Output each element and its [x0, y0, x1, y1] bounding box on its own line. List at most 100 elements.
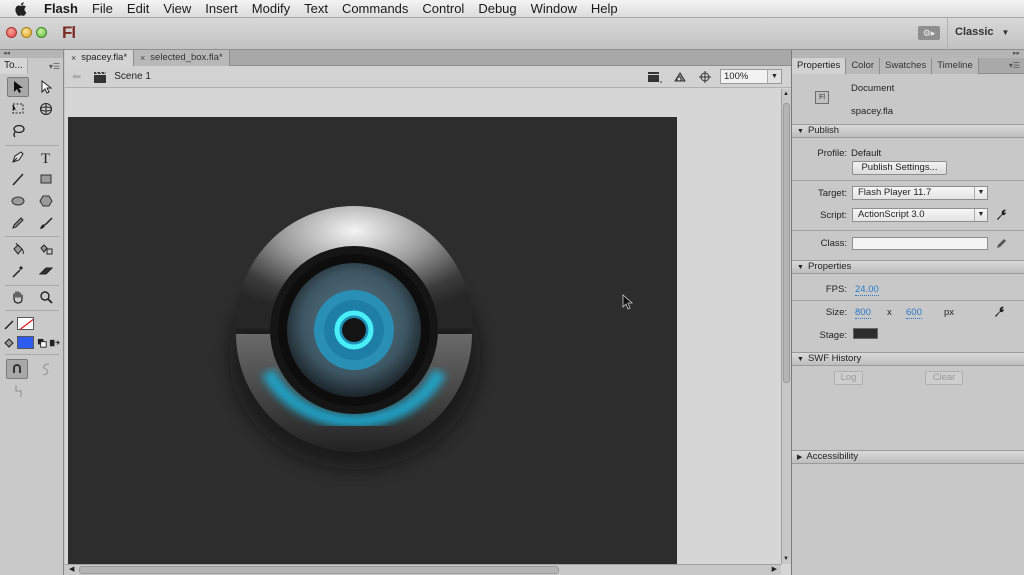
panel-menu-icon[interactable]: ▾☰	[49, 62, 63, 71]
menu-file[interactable]: File	[85, 1, 120, 16]
vertical-scrollbar[interactable]: ▲ ▼	[781, 89, 791, 564]
3d-rotation-tool[interactable]	[35, 99, 57, 119]
lasso-tool[interactable]	[7, 121, 29, 141]
tab-swatches[interactable]: Swatches	[880, 58, 932, 74]
scroll-right-arrow-icon[interactable]: ▶	[772, 565, 777, 573]
document-tabs: × spacey.fla* × selected_box.fla*	[65, 50, 791, 66]
zoom-tool[interactable]	[35, 287, 57, 307]
zoom-window-button[interactable]	[36, 27, 47, 38]
menu-insert[interactable]: Insert	[198, 1, 245, 16]
menu-window[interactable]: Window	[524, 1, 584, 16]
log-button[interactable]: Log	[834, 371, 863, 385]
pencil-tool[interactable]	[7, 213, 29, 233]
doc-tab-selected-box[interactable]: × selected_box.fla*	[134, 50, 230, 66]
profile-label: Profile:	[802, 148, 847, 159]
menu-debug[interactable]: Debug	[471, 1, 523, 16]
fps-value[interactable]: 24.00	[855, 284, 879, 296]
tab-properties[interactable]: Properties	[792, 58, 846, 74]
section-properties-header[interactable]: ▼Properties	[792, 260, 1024, 274]
workspace-switcher[interactable]: Classic▼	[955, 26, 1009, 38]
divider	[792, 230, 1024, 231]
menu-commands[interactable]: Commands	[335, 1, 415, 16]
robot-eye-artwork[interactable]	[68, 117, 677, 564]
oval-tool[interactable]	[7, 191, 29, 211]
selection-tool[interactable]	[7, 77, 29, 97]
tab-color[interactable]: Color	[846, 58, 880, 74]
paint-bucket-tool[interactable]	[7, 239, 29, 259]
target-select[interactable]: Flash Player 11.7 ▼	[852, 186, 988, 200]
minimize-window-button[interactable]	[21, 27, 32, 38]
eyedropper-tool[interactable]	[7, 261, 29, 281]
horizontal-scroll-thumb[interactable]	[79, 566, 559, 574]
edit-symbols-icon[interactable]	[673, 70, 689, 84]
width-value[interactable]: 800	[855, 307, 871, 319]
zoom-level-select[interactable]: 100% ▼	[720, 69, 782, 84]
close-tab-icon[interactable]: ×	[140, 50, 145, 66]
stage-canvas[interactable]	[68, 117, 677, 564]
height-value[interactable]: 600	[906, 307, 922, 319]
line-tool[interactable]	[7, 169, 29, 189]
pen-tool[interactable]	[7, 147, 29, 167]
fill-color-swatch[interactable]	[17, 336, 34, 349]
horizontal-scrollbar[interactable]: ◀ ▶	[65, 564, 781, 575]
rectangle-tool[interactable]	[35, 169, 57, 189]
scroll-left-arrow-icon[interactable]: ◀	[69, 565, 74, 573]
edit-scene-icon[interactable]	[647, 70, 663, 84]
eraser-tool[interactable]	[35, 261, 57, 281]
smooth-button[interactable]	[35, 359, 57, 379]
center-stage-icon[interactable]	[697, 70, 713, 84]
section-accessibility-header[interactable]: ▶Accessibility	[792, 450, 1024, 464]
hand-tool[interactable]	[7, 287, 29, 307]
tools-tab-label[interactable]: To...	[0, 58, 28, 74]
menu-modify[interactable]: Modify	[245, 1, 297, 16]
vertical-scroll-thumb[interactable]	[783, 103, 790, 383]
snap-to-objects-button[interactable]	[6, 359, 28, 379]
tab-timeline[interactable]: Timeline	[932, 58, 979, 74]
panel-menu-icon[interactable]: ▾☰	[1009, 58, 1024, 73]
pencil-edit-icon[interactable]	[995, 238, 1007, 250]
doc-tab-spacey[interactable]: × spacey.fla*	[65, 50, 134, 66]
ink-bottle-icon	[38, 241, 54, 257]
edit-bar: ⬅ Scene 1 100% ▼	[65, 66, 791, 88]
subselection-tool[interactable]	[35, 77, 57, 97]
straighten-button[interactable]	[7, 381, 29, 401]
back-arrow-icon[interactable]: ⬅	[72, 70, 81, 83]
menu-text[interactable]: Text	[297, 1, 335, 16]
wrench-icon[interactable]	[993, 306, 1005, 318]
apple-icon[interactable]	[13, 2, 27, 16]
menu-app-flash[interactable]: Flash	[37, 1, 85, 16]
swap-colors-button[interactable]	[48, 333, 61, 353]
pasteboard	[65, 89, 781, 564]
ink-bottle-tool[interactable]	[35, 239, 57, 259]
fl-document-icon: Fl	[815, 91, 829, 104]
stroke-color-swatch[interactable]	[17, 317, 34, 330]
menu-view[interactable]: View	[156, 1, 198, 16]
panel-collapse-grip[interactable]: ◂◂	[0, 50, 63, 58]
menu-help[interactable]: Help	[584, 1, 625, 16]
text-tool[interactable]: T	[35, 147, 57, 167]
magnet-icon	[9, 361, 25, 377]
wrench-icon[interactable]	[995, 209, 1007, 221]
script-select[interactable]: ActionScript 3.0 ▼	[852, 208, 988, 222]
class-input[interactable]	[852, 237, 988, 250]
close-tab-icon[interactable]: ×	[71, 50, 76, 66]
size-separator: x	[887, 307, 892, 318]
sync-settings-icon[interactable]: ⚙▸	[918, 26, 940, 40]
scroll-up-arrow-icon[interactable]: ▲	[783, 91, 789, 97]
section-swf-history-header[interactable]: ▼SWF History	[792, 352, 1024, 366]
menu-control[interactable]: Control	[415, 1, 471, 16]
free-transform-tool[interactable]	[7, 99, 29, 119]
close-window-button[interactable]	[6, 27, 17, 38]
brush-tool[interactable]	[35, 213, 57, 233]
stage-color-swatch[interactable]	[853, 328, 878, 339]
black-white-button[interactable]	[36, 333, 48, 353]
panel-collapse-grip[interactable]: ▸▸	[792, 50, 1024, 58]
oval-icon	[10, 193, 26, 209]
clear-button[interactable]: Clear	[925, 371, 963, 385]
polystar-tool[interactable]	[35, 191, 57, 211]
scroll-down-arrow-icon[interactable]: ▼	[783, 556, 789, 562]
section-publish-header[interactable]: ▼Publish	[792, 124, 1024, 138]
divider	[5, 354, 59, 355]
menu-edit[interactable]: Edit	[120, 1, 156, 16]
publish-settings-button[interactable]: Publish Settings...	[852, 161, 947, 175]
